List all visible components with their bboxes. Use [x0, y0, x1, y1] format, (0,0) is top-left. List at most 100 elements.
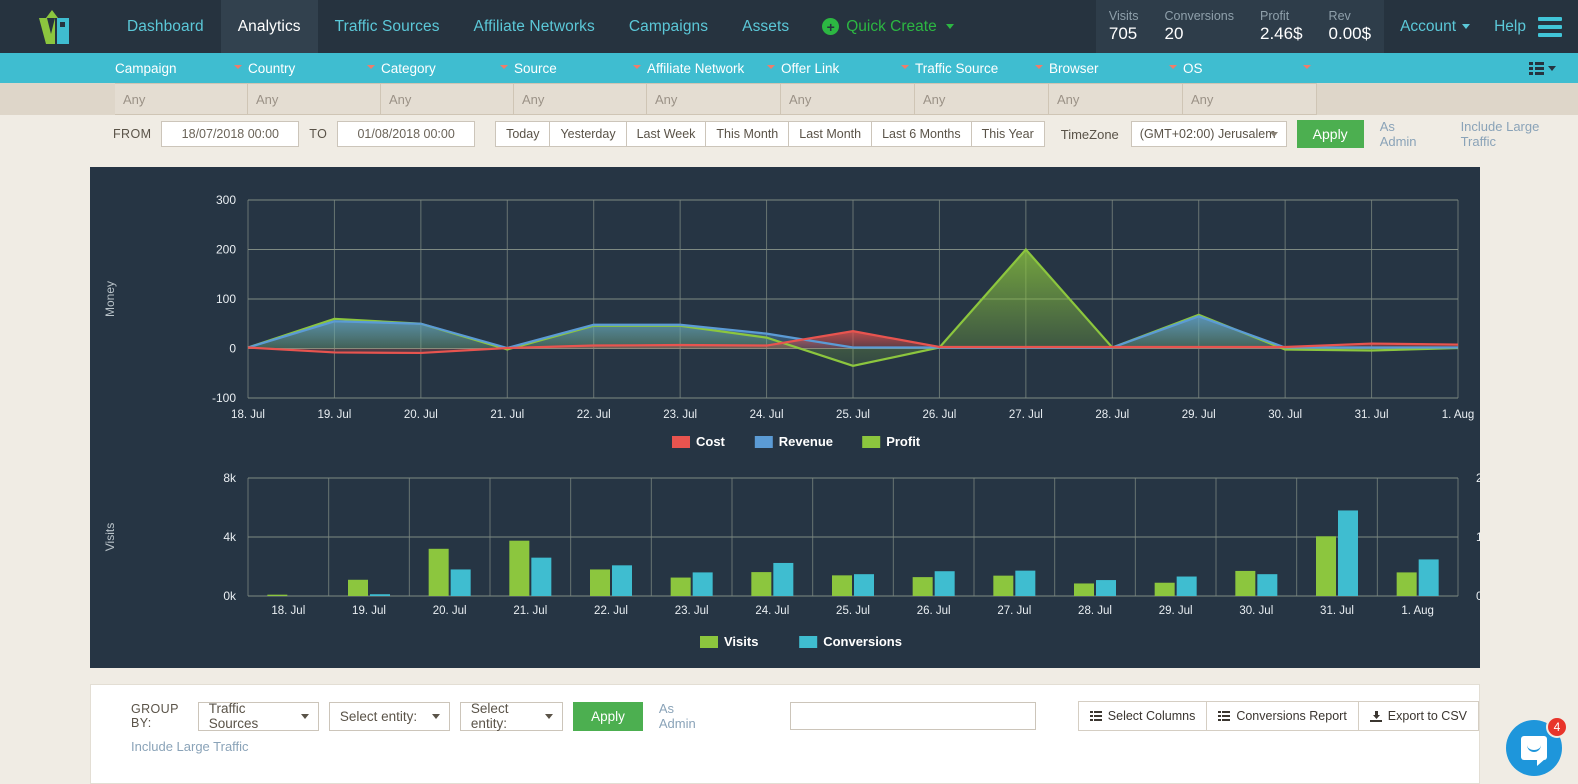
x-axis-tick-label: 31. Jul — [1320, 605, 1354, 617]
bar-conversions — [935, 571, 955, 596]
filter-input-traffic-source[interactable]: Any — [915, 83, 1049, 115]
chevron-down-icon — [500, 65, 508, 69]
y-axis-tick-label: 200 — [216, 243, 236, 257]
preset-this-month[interactable]: This Month — [706, 121, 789, 147]
x-axis-tick-label: 26. Jul — [917, 605, 951, 617]
bar-visits — [993, 576, 1013, 596]
help-link[interactable]: Help — [1486, 18, 1538, 36]
bottom-include-large-traffic-link[interactable]: Include Large Traffic — [91, 731, 1479, 754]
filter-header-category[interactable]: Category — [381, 53, 514, 83]
bar-conversions — [612, 565, 632, 596]
preset-last-month[interactable]: Last Month — [789, 121, 872, 147]
group-by-as-admin-link[interactable]: As Admin — [659, 701, 704, 731]
hamburger-menu-icon[interactable] — [1538, 17, 1578, 37]
legend-label-cost: Cost — [696, 434, 726, 449]
x-axis-tick-label: 24. Jul — [750, 409, 784, 421]
filter-header-country[interactable]: Country — [248, 53, 381, 83]
chevron-down-icon — [946, 24, 954, 29]
legend-label-profit: Profit — [886, 434, 921, 449]
group-by-select-2[interactable]: Select entity: — [329, 702, 450, 731]
list-icon — [1090, 711, 1102, 721]
x-axis-tick-label: 20. Jul — [433, 605, 467, 617]
nav-item-traffic-sources[interactable]: Traffic Sources — [318, 0, 457, 53]
x-axis-tick-label: 31. Jul — [1355, 409, 1389, 421]
filter-input-affiliate-network[interactable]: Any — [647, 83, 781, 115]
chat-widget[interactable]: 4 — [1506, 716, 1566, 776]
bar-conversions — [1096, 580, 1116, 596]
y2-axis-tick-label: 0 — [1476, 589, 1480, 603]
top-navigation-bar: Dashboard Analytics Traffic Sources Affi… — [0, 0, 1578, 53]
filter-header-offer-link[interactable]: Offer Link — [781, 53, 915, 83]
stat-visits-value: 705 — [1109, 24, 1139, 44]
x-axis-tick-label: 19. Jul — [317, 409, 351, 421]
preset-last-week[interactable]: Last Week — [627, 121, 707, 147]
analytics-charts: 3002001000-100Money18. Jul19. Jul20. Jul… — [90, 167, 1480, 668]
filter-input-campaign[interactable]: Any — [115, 83, 248, 115]
stat-profit-label: Profit — [1260, 9, 1303, 24]
chevron-down-icon — [1270, 132, 1278, 137]
bar-visits — [751, 572, 771, 596]
export-to-csv-button[interactable]: Export to CSV — [1359, 701, 1479, 731]
filter-header-traffic-source[interactable]: Traffic Source — [915, 53, 1049, 83]
group-by-select-3[interactable]: Select entity: — [460, 702, 563, 731]
include-large-traffic-link[interactable]: Include Large Traffic — [1461, 119, 1578, 149]
x-axis-tick-label: 25. Jul — [836, 605, 870, 617]
x-axis-tick-label: 29. Jul — [1182, 409, 1216, 421]
date-from-input[interactable]: 18/07/2018 00:00 — [161, 121, 299, 147]
group-by-apply-button[interactable]: Apply — [573, 702, 643, 731]
filter-input-country[interactable]: Any — [248, 83, 381, 115]
timezone-label: TimeZone — [1061, 127, 1119, 142]
preset-yesterday[interactable]: Yesterday — [550, 121, 626, 147]
filter-input-category[interactable]: Any — [381, 83, 514, 115]
as-admin-link[interactable]: As Admin — [1380, 119, 1435, 149]
select-columns-button[interactable]: Select Columns — [1078, 701, 1208, 731]
bar-visits — [590, 569, 610, 596]
filter-header-os[interactable]: OS — [1183, 53, 1317, 83]
bar-visits — [1397, 572, 1417, 596]
nav-item-analytics[interactable]: Analytics — [221, 0, 318, 53]
filter-header-campaign[interactable]: Campaign — [115, 53, 248, 83]
select-columns-label: Select Columns — [1108, 709, 1196, 723]
filter-input-source[interactable]: Any — [514, 83, 647, 115]
filter-column-header-bar: Campaign Country Category Source Affilia… — [0, 53, 1578, 83]
voluum-logo-icon — [35, 10, 75, 44]
quick-create-button[interactable]: + Quick Create — [806, 0, 967, 53]
column-chooser-button[interactable] — [1529, 62, 1556, 75]
nav-item-affiliate-networks[interactable]: Affiliate Networks — [457, 0, 612, 53]
conversions-report-button[interactable]: Conversions Report — [1207, 701, 1358, 731]
preset-this-year[interactable]: This Year — [972, 121, 1045, 147]
filter-header-label: Browser — [1049, 61, 1099, 76]
group-by-select-1[interactable]: Traffic Sources — [198, 702, 319, 731]
search-input[interactable] — [790, 702, 1036, 730]
filter-header-affiliate-network[interactable]: Affiliate Network — [647, 53, 781, 83]
bar-conversions — [1257, 574, 1277, 596]
preset-today[interactable]: Today — [495, 121, 550, 147]
filter-input-browser[interactable]: Any — [1049, 83, 1183, 115]
account-menu[interactable]: Account — [1384, 18, 1486, 36]
charts-panel: 3002001000-100Money18. Jul19. Jul20. Jul… — [90, 167, 1480, 668]
nav-item-assets[interactable]: Assets — [725, 0, 806, 53]
chevron-down-icon — [1303, 65, 1311, 69]
filter-header-source[interactable]: Source — [514, 53, 647, 83]
app-logo[interactable] — [0, 0, 110, 53]
x-axis-tick-label: 26. Jul — [922, 409, 956, 421]
nav-item-dashboard[interactable]: Dashboard — [110, 0, 221, 53]
filter-header-browser[interactable]: Browser — [1049, 53, 1183, 83]
bar-conversions — [1015, 571, 1035, 596]
chevron-down-icon — [901, 65, 909, 69]
apply-button[interactable]: Apply — [1297, 120, 1364, 148]
filter-input-offer-link[interactable]: Any — [781, 83, 915, 115]
x-axis-tick-label: 1. Aug — [1401, 605, 1434, 617]
filter-header-label: Affiliate Network — [647, 61, 744, 76]
preset-last-6-months[interactable]: Last 6 Months — [872, 121, 972, 147]
group-by-label: GROUP BY: — [131, 702, 190, 730]
filter-input-os[interactable]: Any — [1183, 83, 1317, 115]
nav-item-campaigns[interactable]: Campaigns — [612, 0, 725, 53]
filter-header-label: Country — [248, 61, 295, 76]
x-axis-tick-label: 18. Jul — [271, 605, 305, 617]
date-to-input[interactable]: 01/08/2018 00:00 — [337, 121, 475, 147]
x-axis-tick-label: 28. Jul — [1078, 605, 1112, 617]
account-label: Account — [1400, 18, 1456, 36]
timezone-select[interactable]: (GMT+02:00) Jerusalem — [1131, 121, 1287, 147]
filter-header-label: Traffic Source — [915, 61, 998, 76]
